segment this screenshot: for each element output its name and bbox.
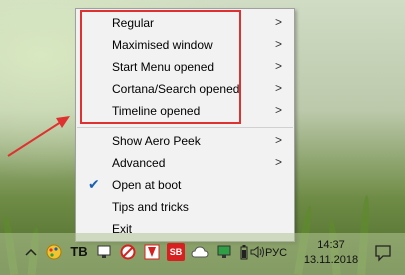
paint-icon[interactable] [45,243,63,261]
menu-item-label: Maximised window [112,38,213,52]
menu-item-advanced[interactable]: Advanced > [76,152,294,174]
no-symbol-icon[interactable] [119,243,137,261]
chevron-right-icon: > [274,133,282,147]
menu-item-tips-and-tricks[interactable]: Tips and tricks [76,196,294,218]
chevron-right-icon: > [274,81,282,95]
cloud-icon[interactable] [191,243,209,261]
network-monitor-icon[interactable] [95,243,113,261]
menu-item-label: Timeline opened [112,104,201,118]
chevron-right-icon: > [274,155,282,169]
context-menu: Regular > Maximised window > Start Menu … [75,8,295,242]
menu-item-label: Regular [112,16,155,30]
chevron-right-icon: > [274,59,282,73]
volume-icon[interactable] [248,243,266,261]
menu-item-cortana-search-opened[interactable]: Cortana/Search opened > [76,78,294,100]
menu-item-open-at-boot[interactable]: ✔ Open at boot [76,174,294,196]
menu-item-timeline-opened[interactable]: Timeline opened > [76,100,294,122]
security-monitor-icon[interactable] [215,243,233,261]
chevron-right-icon: > [274,103,282,117]
language-indicator[interactable]: РУС [265,247,287,259]
menu-item-label: Open at boot [112,178,182,192]
clock-time: 14:37 [317,239,345,251]
menu-item-regular[interactable]: Regular > [76,12,294,34]
menu-item-label: Tips and tricks [112,200,189,214]
menu-item-label: Advanced [112,156,166,170]
menu-item-maximised-window[interactable]: Maximised window > [76,34,294,56]
taskbar: TB SB РУС 14:37 13.11.2018 [0,233,405,275]
menu-item-start-menu-opened[interactable]: Start Menu opened > [76,56,294,78]
menu-item-show-aero-peek[interactable]: Show Aero Peek > [76,130,294,152]
menu-separator [77,127,293,128]
shield-flag-icon[interactable] [143,243,161,261]
menu-item-label: Start Menu opened [112,60,215,74]
chevron-right-icon: > [274,37,282,51]
checkmark-icon: ✔ [88,176,100,192]
sb-icon[interactable]: SB [167,243,185,261]
menu-item-label: Cortana/Search opened [112,82,240,96]
clock-date: 13.11.2018 [303,254,359,266]
menu-item-label: Show Aero Peek [112,134,201,148]
chevron-up-icon[interactable] [22,243,40,261]
chevron-right-icon: > [274,15,282,29]
action-center-icon[interactable] [374,244,392,267]
tb-icon[interactable]: TB [70,243,88,261]
taskbar-clock[interactable]: 14:37 13.11.2018 [302,238,360,268]
